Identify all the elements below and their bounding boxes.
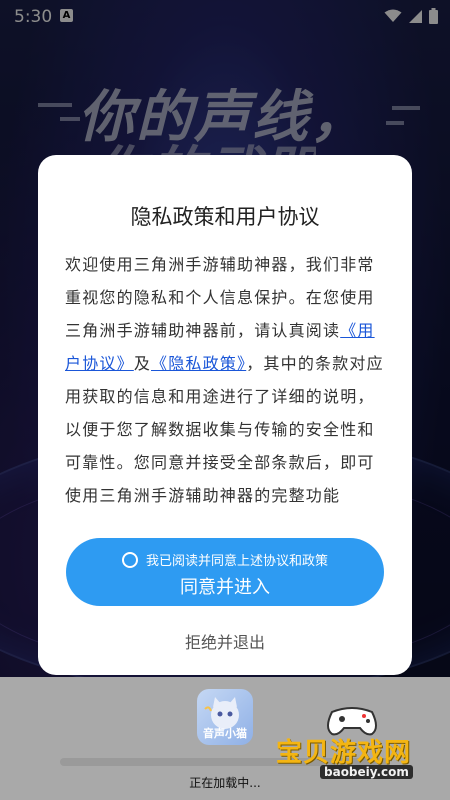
radio-unchecked-icon[interactable] <box>121 551 138 568</box>
watermark: 宝贝游戏网 baobeiy.com <box>270 702 450 792</box>
app-icon-label: 音声小猫 <box>203 727 247 740</box>
privacy-dialog: 隐私政策和用户协议 欢迎使用三角洲手游辅助神器，我们非常重视您的隐私和个人信息保… <box>38 155 412 675</box>
agree-and-enter-button[interactable]: 我已阅读并同意上述协议和政策 同意并进入 <box>66 538 384 606</box>
watermark-url: baobeiy.com <box>320 765 413 779</box>
dialog-body-intro: 欢迎使用三角洲手游辅助神器，我们非常重视您的隐私和个人信息保护。在您使用三角洲手… <box>65 255 375 340</box>
reject-and-exit-button[interactable]: 拒绝并退出 <box>38 629 412 653</box>
privacy-policy-link[interactable]: 《隐私政策》 <box>151 354 246 373</box>
dialog-title: 隐私政策和用户协议 <box>130 205 320 229</box>
watermark-title: 宝贝游戏网 <box>276 738 412 768</box>
app-icon: 音声小猫 <box>197 689 253 745</box>
dialog-body-details: ，其中的条款对应用获取的信息和用途进行了详细的说明，以便于您了解数据收集与传输的… <box>65 354 384 505</box>
dialog-body: 欢迎使用三角洲手游辅助神器，我们非常重视您的隐私和个人信息保护。在您使用三角洲手… <box>65 248 387 512</box>
agree-checkbox-label: 我已阅读并同意上述协议和政策 <box>145 554 328 569</box>
agree-button-label: 同意并进入 <box>180 577 270 598</box>
dialog-body-and: 及 <box>133 354 152 373</box>
agree-checkbox-row[interactable]: 我已阅读并同意上述协议和政策 <box>66 550 384 569</box>
